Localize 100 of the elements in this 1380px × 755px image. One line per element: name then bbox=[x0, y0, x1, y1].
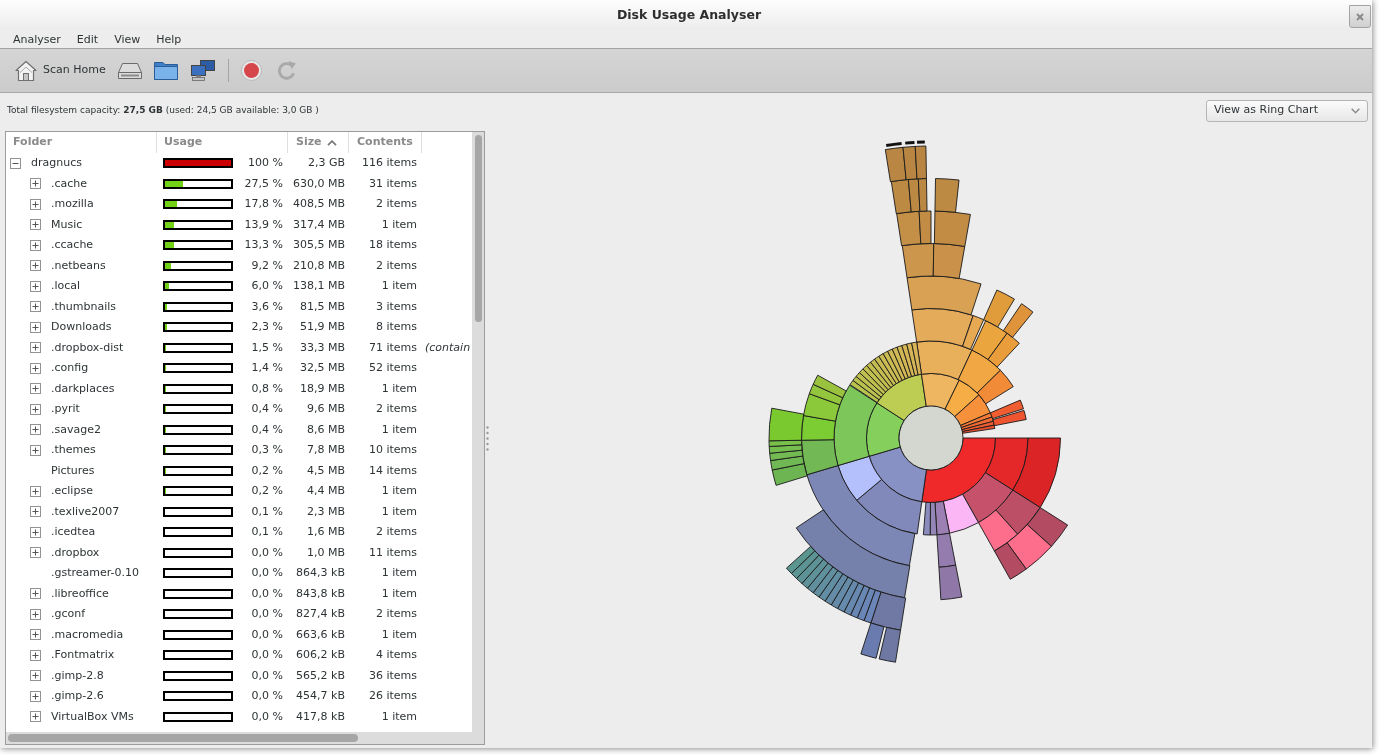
capacity-info: Total filesystem capacity: 27,5 GB (used: 24,5 GB available: 3,0 GB ) bbox=[7, 103, 319, 117]
plus-icon[interactable] bbox=[30, 383, 41, 395]
folder-name[interactable]: .darkplaces bbox=[51, 380, 115, 397]
item-count: 1 item bbox=[381, 586, 417, 600]
plus-icon[interactable] bbox=[30, 670, 41, 682]
usage-percent: 2,3 % bbox=[251, 320, 283, 333]
folder-name[interactable]: .mozilla bbox=[51, 196, 94, 213]
plus-icon[interactable] bbox=[30, 629, 41, 641]
item-count: 4 items bbox=[375, 648, 417, 661]
folder-size: 408,5 MB bbox=[292, 197, 345, 210]
window-title: Disk Usage Analyser bbox=[615, 5, 762, 24]
folder-name[interactable]: Downloads bbox=[51, 319, 112, 336]
folder-name[interactable]: .icedtea bbox=[51, 524, 96, 541]
plus-icon[interactable] bbox=[30, 424, 41, 436]
folder-name[interactable]: .gconf bbox=[51, 606, 86, 623]
note-text: (contain bbox=[425, 339, 471, 356]
usage-bar bbox=[163, 691, 233, 702]
folder-name[interactable]: .dropbox-dist bbox=[51, 339, 124, 356]
folder-name[interactable]: .macromedia bbox=[51, 626, 124, 643]
folder-name[interactable]: .local bbox=[51, 278, 81, 295]
view-dropdown[interactable]: View as Ring Chart bbox=[1206, 99, 1368, 122]
drag-handle-icon[interactable] bbox=[486, 425, 489, 451]
folder-name[interactable]: .netbeans bbox=[51, 257, 106, 274]
folder-name[interactable]: dragnucs bbox=[31, 155, 82, 172]
menu-item[interactable]: Analyser bbox=[13, 33, 61, 45]
usage-percent: 100 % bbox=[248, 156, 283, 169]
menu-item[interactable]: Edit bbox=[76, 33, 99, 45]
folder-name[interactable]: .cache bbox=[51, 175, 88, 192]
scroll-thumb[interactable] bbox=[8, 734, 358, 742]
plus-icon[interactable] bbox=[30, 321, 41, 333]
folder-name[interactable]: Music bbox=[51, 216, 83, 233]
folder-name[interactable]: Pictures bbox=[51, 462, 95, 479]
item-count: 1 item bbox=[381, 422, 417, 436]
plus-icon[interactable] bbox=[30, 526, 41, 538]
folder-name[interactable]: .pyrit bbox=[51, 401, 80, 418]
folder-size: 32,5 MB bbox=[299, 361, 345, 374]
plus-icon[interactable] bbox=[30, 506, 41, 518]
plus-icon[interactable] bbox=[30, 608, 41, 620]
folder-name[interactable]: .gimp-2.8 bbox=[51, 667, 104, 684]
usage-percent: 0,0 % bbox=[251, 689, 283, 702]
folder-icon[interactable] bbox=[153, 61, 178, 80]
item-count: 26 items bbox=[368, 689, 417, 702]
plus-icon[interactable] bbox=[30, 362, 41, 374]
item-count: 1 item bbox=[381, 627, 417, 641]
plus-icon[interactable] bbox=[30, 239, 41, 251]
plus-icon[interactable] bbox=[30, 342, 41, 354]
horizontal-scrollbar[interactable] bbox=[6, 732, 484, 744]
plus-icon[interactable] bbox=[30, 198, 41, 210]
folder-size: 417,8 kB bbox=[296, 709, 345, 723]
folder-name[interactable]: .ccache bbox=[51, 237, 94, 254]
usage-bar bbox=[163, 609, 233, 620]
scroll-thumb[interactable] bbox=[474, 135, 482, 322]
network-computers-icon[interactable] bbox=[190, 60, 215, 81]
folder-size: 4,5 MB bbox=[306, 463, 345, 477]
folder-size: 565,2 kB bbox=[296, 668, 345, 682]
folder-size: 7,8 MB bbox=[306, 443, 345, 456]
plus-icon[interactable] bbox=[30, 301, 41, 313]
plus-icon[interactable] bbox=[30, 403, 41, 415]
usage-percent: 0,4 % bbox=[251, 422, 283, 436]
plus-icon[interactable] bbox=[30, 444, 41, 456]
usage-bar bbox=[163, 588, 233, 599]
folder-name[interactable]: .gimp-2.6 bbox=[51, 688, 104, 705]
usage-percent: 6,0 % bbox=[251, 279, 283, 292]
folder-name[interactable]: .thumbnails bbox=[51, 298, 116, 315]
plus-icon[interactable] bbox=[30, 711, 41, 723]
item-count: 14 items bbox=[368, 463, 417, 477]
stop-icon[interactable] bbox=[240, 60, 262, 81]
folder-name[interactable]: .config bbox=[51, 360, 89, 377]
plus-icon[interactable] bbox=[30, 690, 41, 702]
plus-icon[interactable] bbox=[30, 485, 41, 497]
scan-home-button[interactable]: Scan Home bbox=[15, 59, 106, 82]
hard-drive-icon[interactable] bbox=[117, 62, 142, 79]
folder-name[interactable]: .dropbox bbox=[51, 544, 100, 561]
plus-icon[interactable] bbox=[30, 588, 41, 600]
close-button[interactable] bbox=[1349, 5, 1371, 28]
folder-name[interactable]: .savage2 bbox=[51, 421, 101, 438]
close-icon bbox=[1356, 12, 1364, 21]
menu-item[interactable]: Help bbox=[156, 33, 182, 45]
folder-name[interactable]: .texlive2007 bbox=[51, 503, 120, 520]
plus-icon[interactable] bbox=[30, 260, 41, 272]
folder-name[interactable]: .gstreamer-0.10 bbox=[51, 565, 140, 582]
folder-name[interactable]: VirtualBox VMs bbox=[51, 708, 134, 725]
folder-name[interactable]: .eclipse bbox=[51, 483, 93, 500]
plus-icon[interactable] bbox=[30, 178, 41, 190]
minus-icon[interactable] bbox=[10, 157, 21, 169]
folder-name[interactable]: .Fontmatrix bbox=[51, 647, 115, 664]
folder-name[interactable]: .themes bbox=[51, 442, 96, 459]
plus-icon[interactable] bbox=[30, 547, 41, 559]
usage-percent: 3,6 % bbox=[251, 299, 283, 313]
usage-bar bbox=[163, 629, 233, 640]
plus-icon[interactable] bbox=[30, 649, 41, 661]
folder-name[interactable]: .libreoffice bbox=[51, 585, 109, 602]
folder-size: 1,0 MB bbox=[306, 545, 345, 559]
menu-item[interactable]: View bbox=[114, 33, 141, 45]
chevron-down-icon bbox=[1351, 107, 1360, 114]
plus-icon[interactable] bbox=[30, 219, 41, 231]
plus-icon[interactable] bbox=[30, 280, 41, 292]
usage-bar bbox=[163, 650, 233, 661]
vertical-scrollbar[interactable] bbox=[472, 132, 484, 732]
item-count: 2 items bbox=[375, 197, 417, 210]
